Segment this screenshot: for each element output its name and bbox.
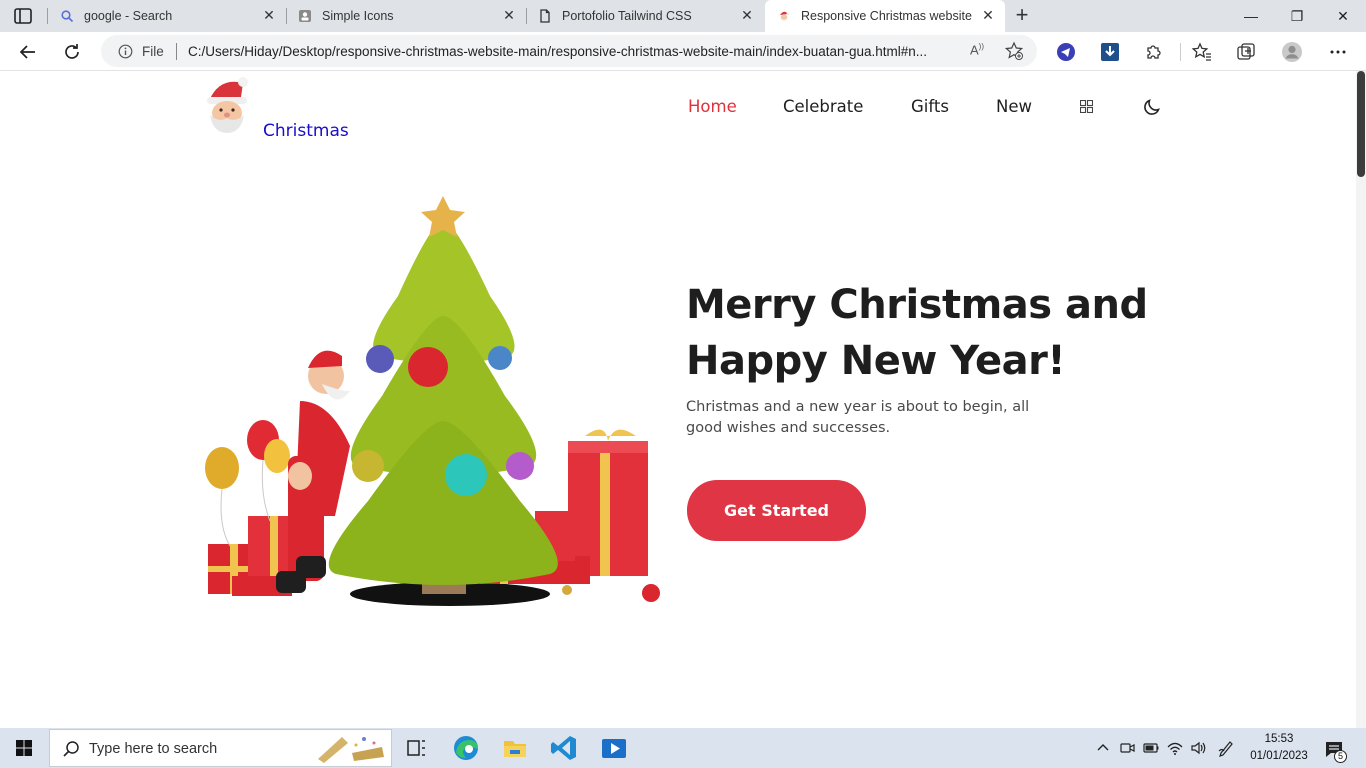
tab-responsive-christmas[interactable]: Responsive Christmas website ✕ [765, 0, 1005, 32]
close-tab-icon[interactable]: ✕ [739, 7, 755, 23]
back-icon[interactable] [14, 38, 42, 66]
clock-time: 15:53 [1264, 733, 1294, 745]
browser-tab-strip: google - Search ✕ Simple Icons ✕ Portofo… [0, 0, 1366, 32]
file-explorer-icon[interactable] [491, 728, 539, 768]
minimize-button[interactable]: — [1228, 0, 1274, 32]
meet-now-icon[interactable] [1118, 739, 1136, 757]
info-icon[interactable] [118, 44, 133, 59]
add-favorite-icon[interactable] [1004, 41, 1024, 61]
new-tab-button[interactable]: + [1010, 4, 1034, 28]
notification-count: 5 [1334, 750, 1347, 763]
task-view-icon[interactable] [392, 728, 440, 768]
get-started-button[interactable]: Get Started [687, 480, 866, 541]
extension-telegram-icon[interactable] [1055, 41, 1077, 63]
nav-new[interactable]: New [996, 97, 1032, 116]
toolbar-divider [1180, 43, 1181, 61]
web-page: Christmas Home Celebrate Gifts New Merry… [0, 71, 1356, 728]
hero-subtitle: Christmas and a new year is about to beg… [686, 399, 1030, 436]
pen-menu-icon[interactable] [1217, 739, 1235, 757]
tab-portofolio[interactable]: Portofolio Tailwind CSS ✕ [526, 0, 764, 32]
santa-favicon [780, 11, 790, 21]
volume-icon[interactable] [1189, 739, 1207, 757]
hero-title-line1: Merry Christmas and [686, 282, 1148, 328]
page-icon [540, 9, 550, 23]
windows-start-icon[interactable] [0, 728, 48, 768]
vscode-icon[interactable] [540, 728, 588, 768]
tab-title: google - Search [84, 9, 173, 23]
santa-logo-icon[interactable] [205, 73, 251, 135]
grid-menu-icon[interactable] [1080, 100, 1093, 113]
hero-title: Merry Christmas and Happy New Year! [686, 277, 1206, 389]
show-hidden-icons-icon[interactable] [1094, 739, 1112, 757]
page-scrollbar[interactable] [1356, 71, 1366, 728]
nav-gifts[interactable]: Gifts [911, 97, 949, 116]
logo-link[interactable]: Christmas [263, 121, 349, 141]
scheme-label: File [142, 44, 164, 59]
favorites-icon[interactable] [1191, 41, 1213, 63]
christmas-tree-illustration [205, 196, 660, 606]
close-tab-icon[interactable]: ✕ [501, 7, 517, 23]
nav-home[interactable]: Home [688, 97, 737, 116]
tab-title: Simple Icons [322, 9, 394, 23]
windows-taskbar: Type here to search 15:53 01/01/2023 5 [0, 728, 1366, 768]
refresh-icon[interactable] [58, 38, 86, 66]
dark-mode-moon-icon[interactable] [1143, 97, 1162, 116]
collections-icon[interactable] [1235, 41, 1257, 63]
search-icon [63, 741, 79, 757]
close-window-button[interactable]: ✕ [1320, 0, 1366, 32]
wifi-icon[interactable] [1166, 739, 1184, 757]
scrollbar-thumb[interactable] [1357, 71, 1365, 177]
extensions-puzzle-icon[interactable] [1143, 41, 1165, 63]
tab-title: Portofolio Tailwind CSS [562, 9, 692, 23]
notification-center[interactable]: 5 [1323, 738, 1347, 763]
download-icon[interactable] [1099, 41, 1121, 63]
tab-simple-icons[interactable]: Simple Icons ✕ [286, 0, 526, 32]
system-clock[interactable]: 15:53 01/01/2023 [1244, 731, 1314, 765]
profile-avatar-icon[interactable] [1281, 41, 1303, 63]
media-player-icon[interactable] [590, 728, 638, 768]
more-menu-icon[interactable] [1327, 41, 1349, 63]
clock-date: 01/01/2023 [1250, 750, 1308, 762]
url-text[interactable]: C:/Users/Hiday/Desktop/responsive-christ… [188, 44, 968, 59]
search-icon [61, 10, 74, 23]
address-bar[interactable]: File C:/Users/Hiday/Desktop/responsive-c… [101, 35, 1037, 67]
sidebar-toggle-icon[interactable] [12, 6, 34, 26]
battery-icon[interactable] [1142, 739, 1160, 757]
tab-google-search[interactable]: google - Search ✕ [48, 0, 286, 32]
omnibox-divider [176, 43, 177, 60]
read-aloud-icon[interactable]: A)) [970, 42, 984, 57]
simple-icons-favicon [299, 10, 311, 22]
nav-celebrate[interactable]: Celebrate [783, 97, 863, 116]
browser-toolbar: File C:/Users/Hiday/Desktop/responsive-c… [0, 32, 1366, 71]
edge-browser-icon[interactable] [442, 728, 490, 768]
close-tab-icon[interactable]: ✕ [980, 7, 996, 23]
close-tab-icon[interactable]: ✕ [261, 7, 277, 23]
hero-title-line2: Happy New Year! [686, 338, 1066, 384]
restore-button[interactable]: ❐ [1274, 0, 1320, 32]
new-year-party-icon [318, 737, 384, 763]
taskbar-search-box[interactable]: Type here to search [49, 729, 392, 767]
tab-title: Responsive Christmas website [801, 9, 972, 23]
search-placeholder: Type here to search [89, 741, 218, 757]
